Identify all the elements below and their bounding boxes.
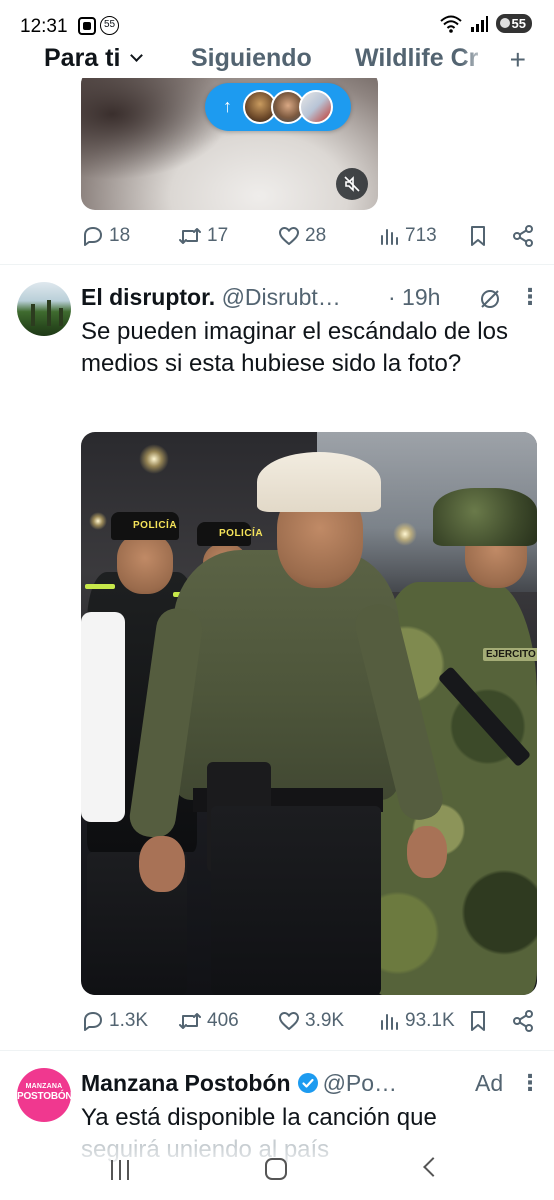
- tweet-header: Manzana Postobón @Po… Ad ⋮: [81, 1070, 541, 1097]
- police-cap-label: POLICÍA: [219, 528, 264, 539]
- tab-label: Para ti: [44, 44, 121, 72]
- grok-icon[interactable]: [479, 288, 501, 310]
- views-chart-icon: [381, 1014, 398, 1030]
- recent-apps-button[interactable]: [111, 1160, 129, 1180]
- retweet-count: 406: [207, 1010, 239, 1031]
- verified-badge-icon: [297, 1073, 318, 1093]
- status-right-icons: 55: [439, 14, 532, 33]
- bookmark-icon: [471, 1011, 485, 1031]
- author-handle[interactable]: @Po…: [323, 1070, 397, 1096]
- tab-siguiendo[interactable]: Siguiendo: [191, 44, 312, 73]
- system-nav-bar: [0, 1146, 554, 1200]
- divider: [0, 1050, 554, 1051]
- retweet-count: 17: [207, 225, 229, 246]
- reply-icon: [84, 1012, 102, 1031]
- reply-button[interactable]: 18: [81, 224, 130, 248]
- chevron-down-icon[interactable]: [130, 49, 144, 62]
- new-posts-pill[interactable]: ↑: [205, 83, 351, 131]
- arrow-up-icon: ↑: [223, 96, 232, 116]
- tweet-actions: 1.3K 406 3.9K 93.1K: [81, 1009, 536, 1039]
- tab-label: Siguiendo: [191, 44, 312, 72]
- tab-para-ti[interactable]: Para ti: [44, 44, 144, 73]
- police-cap-label: POLICÍA: [133, 520, 178, 531]
- bookmark-button[interactable]: [467, 1009, 489, 1033]
- notification-count-badge: 55: [100, 16, 119, 35]
- views-chart-icon: [381, 229, 398, 245]
- heart-icon: [279, 1012, 299, 1030]
- tab-label: Wildlife Cr: [355, 44, 479, 72]
- retweet-icon: [179, 1013, 201, 1029]
- tweet-text-line: Ya está disponible la canción que: [81, 1104, 437, 1131]
- views-button[interactable]: 93.1K: [379, 1009, 455, 1033]
- reply-count: 18: [109, 225, 131, 246]
- status-time: 12:31: [20, 16, 68, 37]
- reply-button[interactable]: 1.3K: [81, 1009, 148, 1033]
- tweet-text: Se pueden imaginar el escándalo de los m…: [81, 318, 508, 377]
- brand-logo-line1: MANZANA: [25, 1083, 63, 1090]
- reply-icon: [84, 227, 102, 246]
- back-button[interactable]: [423, 1157, 443, 1177]
- avatar[interactable]: [17, 282, 71, 336]
- status-left-icons: 55: [78, 16, 119, 35]
- author-name[interactable]: El disruptor.: [81, 284, 215, 310]
- author-handle[interactable]: @Disrubt…: [222, 284, 341, 310]
- bookmark-icon: [471, 226, 485, 246]
- ad-label: Ad: [475, 1070, 504, 1096]
- like-button[interactable]: 3.9K: [277, 1009, 344, 1033]
- share-icon: [513, 1010, 533, 1032]
- status-bar: 12:31 55 55: [0, 0, 554, 40]
- timeline-tabs: Para ti Siguiendo Wildlife Cr +: [0, 38, 554, 78]
- heart-icon: [279, 227, 299, 245]
- tweet-time[interactable]: · 19h: [388, 284, 440, 311]
- avatar[interactable]: MANZANA POSTOBÓN: [17, 1068, 73, 1122]
- home-button[interactable]: [265, 1158, 287, 1180]
- retweet-button[interactable]: 17: [177, 224, 228, 248]
- share-button[interactable]: [511, 224, 535, 248]
- add-tab-icon[interactable]: +: [510, 44, 526, 76]
- signal-icon: [470, 15, 488, 32]
- author-name[interactable]: Manzana Postobón: [81, 1070, 291, 1096]
- views-count: 93.1K: [405, 1010, 455, 1031]
- tweet-actions: 18 17 28 713: [81, 224, 536, 254]
- divider: [0, 264, 554, 265]
- battery-indicator: 55: [495, 14, 532, 33]
- views-button[interactable]: 713: [379, 224, 437, 248]
- tab-wildlife[interactable]: Wildlife Cr: [355, 44, 491, 73]
- mute-button[interactable]: [336, 168, 368, 200]
- more-options-icon[interactable]: ⋮: [519, 1070, 541, 1096]
- like-button[interactable]: 28: [277, 224, 326, 248]
- tweet-header: El disruptor. @Disrubt… · 19h ⋮: [81, 284, 541, 314]
- retweet-icon: [179, 228, 201, 244]
- avatar: [299, 90, 333, 124]
- screenshot-icon: [78, 16, 96, 35]
- army-patch-label: EJERCITO: [483, 648, 537, 661]
- like-count: 3.9K: [305, 1010, 345, 1031]
- like-count: 28: [305, 225, 327, 246]
- retweet-button[interactable]: 406: [177, 1009, 239, 1033]
- bookmark-button[interactable]: [467, 224, 489, 248]
- muted-speaker-icon: [344, 176, 360, 192]
- brand-logo-line2: POSTOBÓN: [17, 1091, 73, 1102]
- share-icon: [513, 225, 533, 247]
- wifi-icon: [439, 15, 462, 33]
- more-options-icon[interactable]: ⋮: [519, 284, 541, 310]
- share-button[interactable]: [511, 1009, 535, 1033]
- views-count: 713: [405, 225, 437, 246]
- reply-count: 1.3K: [109, 1010, 149, 1031]
- tweet-photo[interactable]: POLICÍA POLICÍA EJERCITO: [81, 432, 537, 995]
